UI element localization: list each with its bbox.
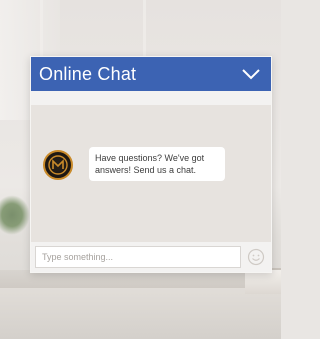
smiley-icon[interactable] [245,246,267,268]
chat-messages: Have questions? We've got answers! Send … [31,105,271,242]
chat-widget: Online Chat Have questions? We've got an… [30,56,272,273]
chat-subheader [31,91,271,105]
chat-footer [31,242,271,272]
message-input[interactable] [35,246,241,268]
background-table [0,288,281,339]
agent-avatar [43,150,73,180]
background-plant [0,195,30,235]
chat-message-bubble: Have questions? We've got answers! Send … [89,147,225,181]
chevron-down-icon[interactable] [241,67,261,81]
chat-title: Online Chat [39,63,137,84]
chat-header[interactable]: Online Chat [31,57,271,91]
brand-logo-icon [48,155,68,175]
